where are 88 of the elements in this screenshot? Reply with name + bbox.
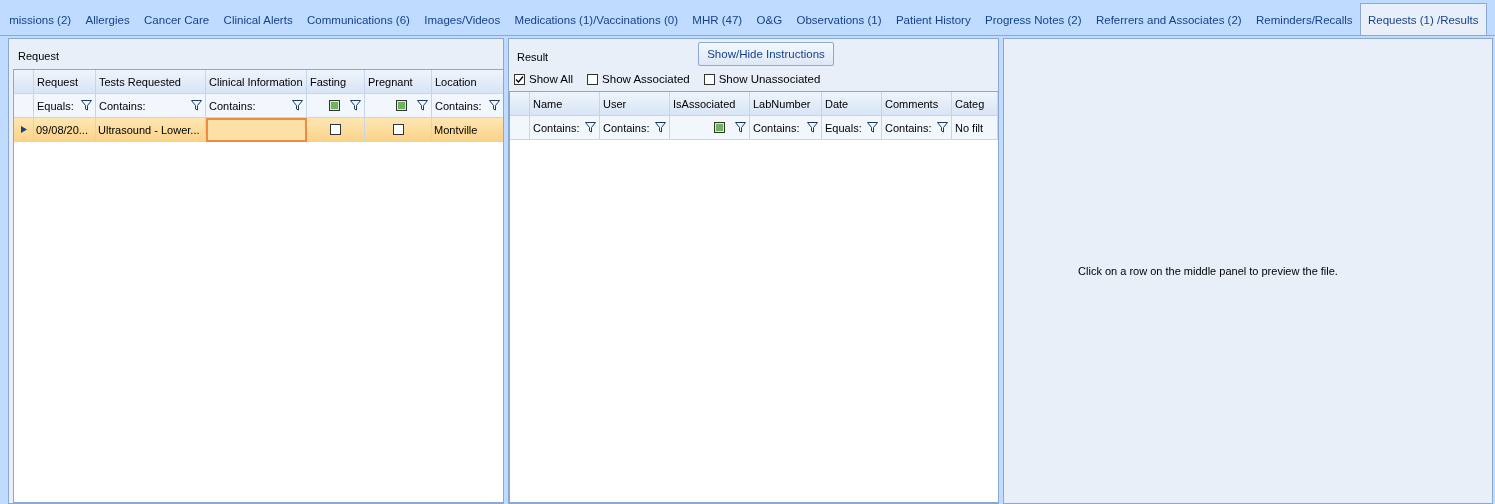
filter-icon[interactable] (489, 100, 500, 111)
checkbox[interactable] (703, 73, 715, 85)
table-cell[interactable] (307, 118, 365, 142)
tab[interactable]: Cancer Care (136, 5, 217, 35)
filter-checkbox[interactable] (714, 122, 725, 133)
column-header[interactable]: LabNumber (750, 92, 822, 116)
tab[interactable]: O&G (749, 5, 790, 35)
tab[interactable]: Reminders/Recalls (1248, 5, 1360, 35)
filter-cell[interactable] (307, 94, 365, 118)
filter-checkbox[interactable] (329, 100, 340, 111)
filter-operator[interactable]: Equals: (37, 99, 74, 112)
panel-title: Result (517, 50, 549, 63)
tab[interactable]: Allergies (78, 5, 137, 35)
filter-cell[interactable]: Contains: (882, 116, 952, 140)
filter-icon[interactable] (292, 100, 303, 111)
filter-row-header (14, 94, 34, 118)
table-row[interactable]: 09/08/20... Ultrasound - Lower... Montville (14, 118, 503, 142)
checkbox[interactable] (514, 73, 525, 85)
filter-icon[interactable] (735, 122, 746, 133)
show-hide-instructions-button[interactable]: Show/Hide Instructions (698, 42, 834, 66)
column-header[interactable]: Fasting (307, 70, 365, 94)
filter-operator[interactable]: Contains: (753, 121, 800, 134)
filter-option[interactable]: Show Associated (587, 73, 690, 85)
filter-cell[interactable]: Contains: (206, 94, 307, 118)
tab[interactable]: Clinical Alerts (216, 5, 300, 35)
checkbox[interactable] (330, 124, 341, 135)
filter-cell[interactable]: Contains: (600, 116, 670, 140)
column-header[interactable]: Name (530, 92, 600, 116)
filter-icon[interactable] (350, 100, 361, 111)
table-cell[interactable]: Montville (432, 118, 503, 142)
filter-operator[interactable]: Contains: (533, 121, 580, 134)
tab[interactable]: missions (2) (2, 5, 79, 35)
tab[interactable]: MHR (47) (685, 5, 750, 35)
column-header[interactable]: Clinical Information (206, 70, 307, 94)
filter-icon[interactable] (937, 122, 948, 133)
filter-cell[interactable]: Equals: (822, 116, 882, 140)
column-header[interactable]: Categ (952, 92, 998, 116)
checkbox[interactable] (587, 73, 599, 85)
filter-cell[interactable] (365, 94, 432, 118)
tab[interactable]: Medications (1)/Vaccinations (0) (507, 5, 686, 35)
column-header[interactable]: IsAssociated (670, 92, 750, 116)
filter-operator[interactable]: Equals: (825, 121, 862, 134)
filter-icon[interactable] (417, 100, 428, 111)
table-cell[interactable]: 09/08/20... (34, 118, 96, 142)
filter-cell[interactable]: Contains: (750, 116, 822, 140)
filter-icon[interactable] (191, 100, 202, 111)
filter-operator[interactable]: Contains: (209, 99, 256, 112)
filter-operator[interactable]: Contains: (99, 99, 146, 112)
row-pointer-icon (20, 126, 27, 133)
table-cell[interactable] (206, 118, 307, 142)
filter-icon[interactable] (81, 100, 92, 111)
tab[interactable]: Requests (1) /Results (1359, 3, 1487, 35)
grid-corner (510, 92, 530, 116)
column-header[interactable]: Pregnant (365, 70, 432, 94)
table-cell[interactable] (365, 118, 432, 142)
filter-icon[interactable] (807, 122, 818, 133)
checkbox[interactable] (392, 124, 404, 135)
tab[interactable]: Progress Notes (2) (977, 5, 1089, 35)
column-header[interactable]: Tests Requested (96, 70, 206, 94)
filter-option[interactable]: Show Unassociated (703, 73, 821, 85)
filter-cell[interactable]: Contains: (96, 94, 206, 118)
filter-icon[interactable] (655, 122, 666, 133)
filter-cell[interactable]: Contains: (530, 116, 600, 140)
tab[interactable]: Patient History (888, 5, 978, 35)
filter-cell[interactable] (670, 116, 750, 140)
column-header[interactable]: User (600, 92, 670, 116)
filter-option[interactable]: Show All (514, 73, 574, 85)
filter-operator[interactable]: Contains: (885, 121, 932, 134)
filter-checkbox[interactable] (396, 100, 407, 111)
preview-message: Click on a row on the middle panel to preview the file. (1078, 265, 1338, 277)
column-header[interactable]: Location (432, 70, 503, 94)
filter-cell[interactable]: Contains: (432, 94, 503, 118)
tab[interactable]: Observations (1) (789, 5, 889, 35)
column-header[interactable]: Request (34, 70, 96, 94)
panel-title: Request (17, 49, 60, 64)
column-header[interactable]: Date (822, 92, 882, 116)
tab[interactable]: Images/Videos (417, 5, 508, 35)
tab[interactable]: Communications (6) (299, 5, 418, 35)
table-cell[interactable]: Ultrasound - Lower... (96, 118, 206, 142)
grid-corner (14, 70, 34, 94)
column-header[interactable]: Comments (882, 92, 952, 116)
filter-operator[interactable]: Contains: (435, 99, 482, 112)
filter-icon[interactable] (585, 122, 596, 133)
tab[interactable]: Referrers and Associates (2) (1088, 5, 1249, 35)
filter-operator[interactable]: Contains: (603, 121, 650, 134)
filter-cell[interactable]: Equals: (34, 94, 96, 118)
filter-cell[interactable]: No filt (952, 116, 998, 140)
filter-icon[interactable] (867, 122, 878, 133)
